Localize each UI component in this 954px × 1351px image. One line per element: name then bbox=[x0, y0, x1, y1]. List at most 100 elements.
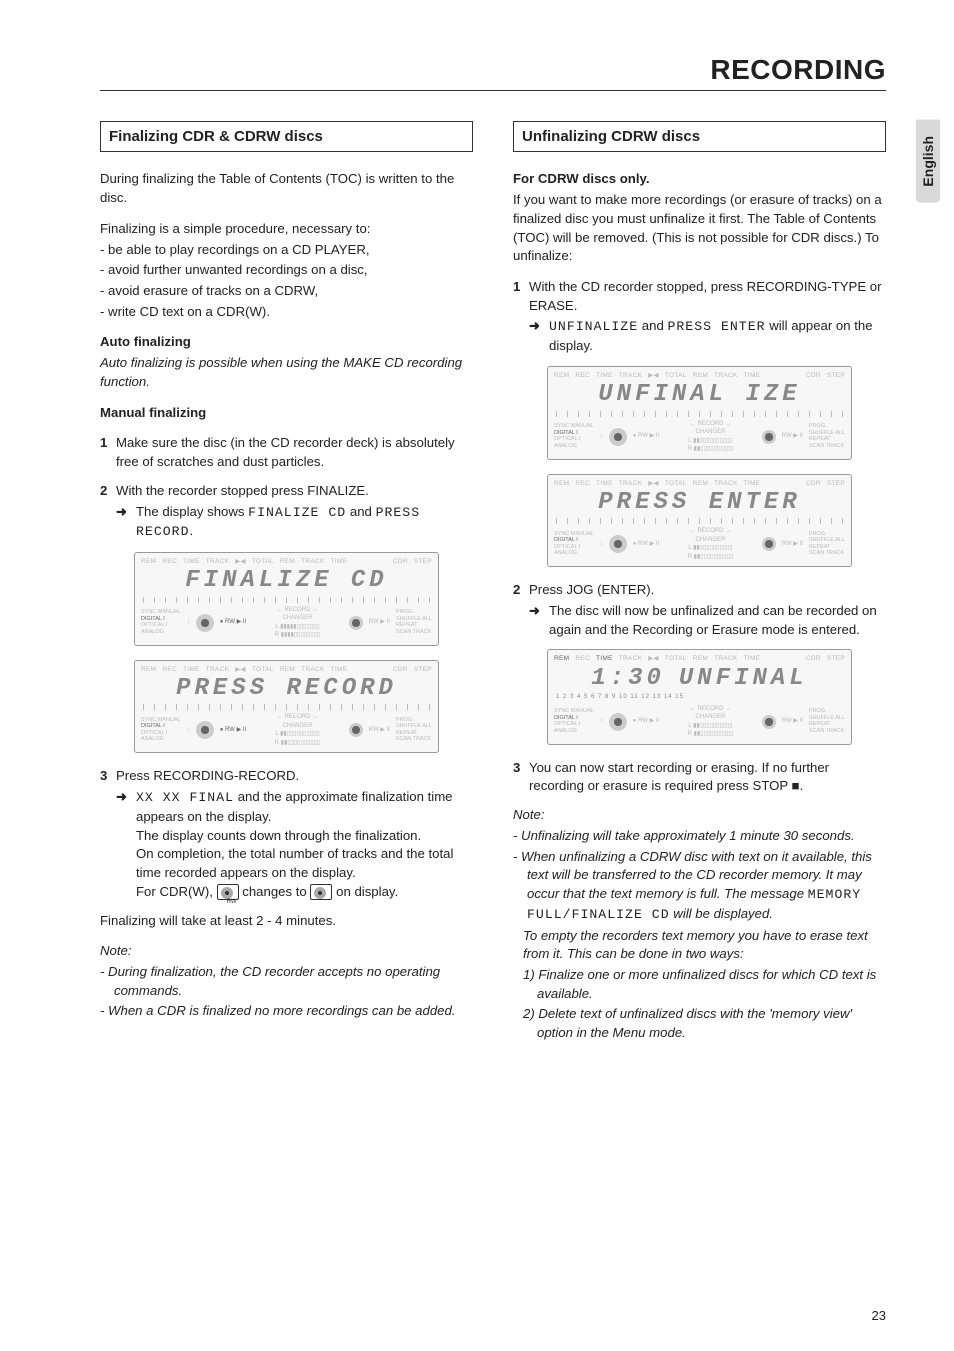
result-line: ➜ UNFINALIZE and PRESS ENTER will appear… bbox=[529, 317, 886, 355]
step-text: With the recorder stopped press FINALIZE… bbox=[116, 482, 473, 501]
result-line: ➜ XX XX FINAL and the approximate finali… bbox=[116, 788, 473, 901]
left-column: Finalizing CDR & CDRW discs During final… bbox=[100, 121, 473, 1055]
text: changes to bbox=[242, 884, 310, 899]
step-text: With the CD recorder stopped, press RECO… bbox=[529, 278, 886, 315]
display-text: FINALIZE CD bbox=[248, 505, 346, 520]
right-column: Unfinalizing CDRW discs For CDRW discs o… bbox=[513, 121, 886, 1055]
step-body: Make sure the disc (in the CD recorder d… bbox=[116, 434, 473, 471]
section-heading-unfinalizing: Unfinalizing CDRW discs bbox=[513, 121, 886, 152]
lcd: REMRECTIMETRACK▶◀TOTALREMTRACKTIMECDRSTE… bbox=[134, 660, 439, 754]
disc-icon bbox=[609, 535, 627, 553]
lcd-top-tags: REMRECTIMETRACK▶◀TOTALREMTRACKTIMECDRSTE… bbox=[141, 557, 432, 566]
step-body: Press RECORDING-RECORD. ➜ XX XX FINAL an… bbox=[116, 767, 473, 901]
lcd-ticks bbox=[556, 518, 843, 524]
arrow-icon: ➜ bbox=[116, 503, 130, 542]
lcd: REMRECTIMETRACK▶◀TOTALREMTRACKTIMECDRSTE… bbox=[134, 552, 439, 646]
result-text: XX XX FINAL and the approximate finaliza… bbox=[136, 788, 473, 901]
result-text: UNFINALIZE and PRESS ENTER will appear o… bbox=[549, 317, 886, 355]
lcd-main-text: 1:30 UNFINAL bbox=[554, 666, 845, 692]
simple-proc-item: - write CD text on a CDR(W). bbox=[100, 303, 473, 322]
text: . bbox=[189, 523, 193, 538]
display-text: PRESS ENTER bbox=[667, 319, 765, 334]
lcd-panel-press-enter: REMRECTIMETRACK▶◀TOTALREMTRACKTIMECDRSTE… bbox=[513, 474, 886, 568]
columns: Finalizing CDR & CDRW discs During final… bbox=[100, 121, 886, 1055]
note-item: - Unfinalizing will take approximately 1… bbox=[513, 827, 886, 846]
step-number: 2 bbox=[100, 482, 110, 542]
lcd-top-tags: REMRECTIMETRACK▶◀TOTALREMTRACKTIMECDRSTE… bbox=[554, 371, 845, 380]
simple-proc-item: - avoid further unwanted recordings on a… bbox=[100, 261, 473, 280]
disc-icon bbox=[762, 537, 776, 551]
disc-icon bbox=[349, 616, 363, 630]
lcd-bottom: SYNC MANUALDIGITAL IOPTICAL IANALOG ↕ ● … bbox=[141, 606, 432, 640]
step-body: With the recorder stopped press FINALIZE… bbox=[116, 482, 473, 542]
note-label: Note: bbox=[513, 806, 886, 825]
lcd-top-tags: REMRECTIMETRACK▶◀TOTALREMTRACKTIMECDRSTE… bbox=[554, 479, 845, 488]
simple-proc-lead: Finalizing is a simple procedure, necess… bbox=[100, 220, 473, 239]
lcd-status: UNFINAL bbox=[679, 666, 808, 692]
lcd-time: 1:30 bbox=[591, 666, 665, 692]
lcd-ticks bbox=[143, 597, 430, 603]
lcd: REMRECTIMETRACK▶◀TOTALREMTRACKTIMECDRSTE… bbox=[547, 474, 852, 568]
lcd-main-text: UNFINAL IZE bbox=[554, 382, 845, 408]
step-body: You can now start recording or erasing. … bbox=[529, 759, 886, 796]
lcd-ticks bbox=[143, 704, 430, 710]
lcd-panel-unfinal-time: REMRECTIMETRACK▶◀TOTALREMTRACKTIMECDRSTE… bbox=[513, 649, 886, 744]
step-3: 3 Press RECORDING-RECORD. ➜ XX XX FINAL … bbox=[100, 767, 473, 901]
cdrw-finalized-icon bbox=[310, 884, 332, 900]
unfinalize-intro: If you want to make more recordings (or … bbox=[513, 191, 886, 266]
disc-icon bbox=[609, 713, 627, 731]
lcd-panel-finalize-cd: REMRECTIMETRACK▶◀TOTALREMTRACKTIMECDRSTE… bbox=[100, 552, 473, 646]
result-text: The disc will now be unfinalized and can… bbox=[549, 602, 886, 639]
note-subitem: 1) Finalize one or more unfinalized disc… bbox=[523, 966, 886, 1003]
text: and bbox=[638, 318, 667, 333]
step-2: 2 With the recorder stopped press FINALI… bbox=[100, 482, 473, 542]
step-text: The display counts down through the fina… bbox=[136, 827, 473, 846]
disc-icon bbox=[196, 721, 214, 739]
step-number: 3 bbox=[513, 759, 523, 796]
lcd-bottom: SYNC MANUALDIGITAL IOPTICAL IANALOG ↕ ● … bbox=[554, 527, 845, 561]
note-label: Note: bbox=[100, 942, 473, 961]
lcd-main-text: PRESS ENTER bbox=[554, 490, 845, 516]
section-heading-finalizing: Finalizing CDR & CDRW discs bbox=[100, 121, 473, 152]
step-number: 3 bbox=[100, 767, 110, 901]
disc-icon bbox=[349, 723, 363, 737]
auto-finalizing-body: Auto finalizing is possible when using t… bbox=[100, 354, 473, 391]
result-text: The display shows FINALIZE CD and PRESS … bbox=[136, 503, 473, 542]
page-title: RECORDING bbox=[710, 54, 886, 86]
arrow-icon: ➜ bbox=[529, 317, 543, 355]
arrow-icon: ➜ bbox=[529, 602, 543, 639]
disc-icon bbox=[196, 614, 214, 632]
disc-icon bbox=[762, 715, 776, 729]
text: will be displayed. bbox=[670, 906, 773, 921]
step-3: 3 You can now start recording or erasing… bbox=[513, 759, 886, 796]
lcd-bottom: SYNC MANUALDIGITAL IOPTICAL IANALOG ↕ ● … bbox=[554, 705, 845, 739]
step-1: 1 With the CD recorder stopped, press RE… bbox=[513, 278, 886, 356]
step-body: Press JOG (ENTER). ➜ The disc will now b… bbox=[529, 581, 886, 639]
lcd: REMRECTIMETRACK▶◀TOTALREMTRACKTIMECDRSTE… bbox=[547, 649, 852, 744]
text: and bbox=[346, 504, 375, 519]
lcd-bottom: SYNC MANUALDIGITAL IOPTICAL IANALOG ↕ ● … bbox=[554, 420, 845, 454]
page-number: 23 bbox=[872, 1308, 886, 1323]
simple-proc-item: - be able to play recordings on a CD PLA… bbox=[100, 241, 473, 260]
note-item: - When unfinalizing a CDRW disc with tex… bbox=[513, 848, 886, 925]
step-text: For CDR(W), RW changes to on display. bbox=[136, 883, 473, 902]
lcd-main-text: FINALIZE CD bbox=[141, 568, 432, 594]
lcd-top-tags: REMRECTIMETRACK▶◀TOTALREMTRACKTIMECDRSTE… bbox=[554, 654, 845, 663]
step-text: Press RECORDING-RECORD. bbox=[116, 767, 473, 786]
note-subitem: 2) Delete text of unfinalized discs with… bbox=[523, 1005, 886, 1042]
display-text: UNFINALIZE bbox=[549, 319, 638, 334]
text: The display shows bbox=[136, 504, 248, 519]
page: RECORDING English Finalizing CDR & CDRW … bbox=[0, 0, 954, 1351]
step-number: 2 bbox=[513, 581, 523, 639]
finalizing-intro: During finalizing the Table of Contents … bbox=[100, 170, 473, 207]
lcd-bottom: SYNC MANUALDIGITAL IOPTICAL IANALOG ↕ ● … bbox=[141, 713, 432, 747]
note-item: To empty the recorders text memory you h… bbox=[513, 927, 886, 964]
step-text: Press JOG (ENTER). bbox=[529, 581, 886, 600]
arrow-icon: ➜ bbox=[116, 788, 130, 901]
note-item: - During finalization, the CD recorder a… bbox=[100, 963, 473, 1000]
result-line: ➜ The disc will now be unfinalized and c… bbox=[529, 602, 886, 639]
lcd-top-tags: REMRECTIMETRACK▶◀TOTALREMTRACKTIMECDRSTE… bbox=[141, 665, 432, 674]
lcd-panel-press-record: REMRECTIMETRACK▶◀TOTALREMTRACKTIMECDRSTE… bbox=[100, 660, 473, 754]
step-number: 1 bbox=[100, 434, 110, 471]
disc-icon bbox=[609, 428, 627, 446]
